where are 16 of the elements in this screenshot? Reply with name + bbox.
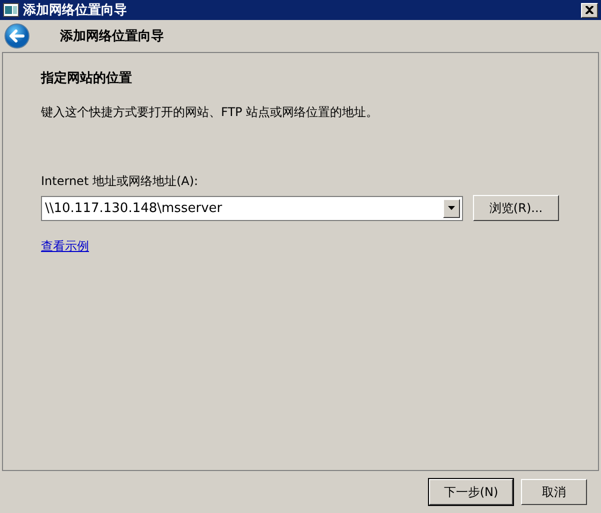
window-title: 添加网络位置向导: [23, 2, 128, 19]
browse-button[interactable]: 浏览(R)...: [473, 195, 559, 221]
description-text: 键入这个快捷方式要打开的网站、FTP 站点或网络位置的地址。: [41, 104, 380, 121]
cancel-button[interactable]: 取消: [521, 479, 587, 505]
dropdown-button[interactable]: [443, 198, 460, 218]
wizard-title: 添加网络位置向导: [60, 28, 164, 45]
caret-icon: [448, 206, 455, 210]
back-button[interactable]: [4, 23, 30, 49]
address-field[interactable]: \\10.117.130.148\msserver: [41, 196, 463, 220]
window-icon: [3, 3, 19, 17]
close-icon: [585, 6, 594, 14]
examples-link[interactable]: 查看示例: [41, 238, 89, 255]
address-label: Internet 地址或网络地址(A):: [41, 173, 200, 190]
next-button[interactable]: 下一步(N): [429, 479, 513, 505]
page-heading: 指定网站的位置: [41, 70, 133, 87]
close-button[interactable]: [581, 2, 598, 18]
